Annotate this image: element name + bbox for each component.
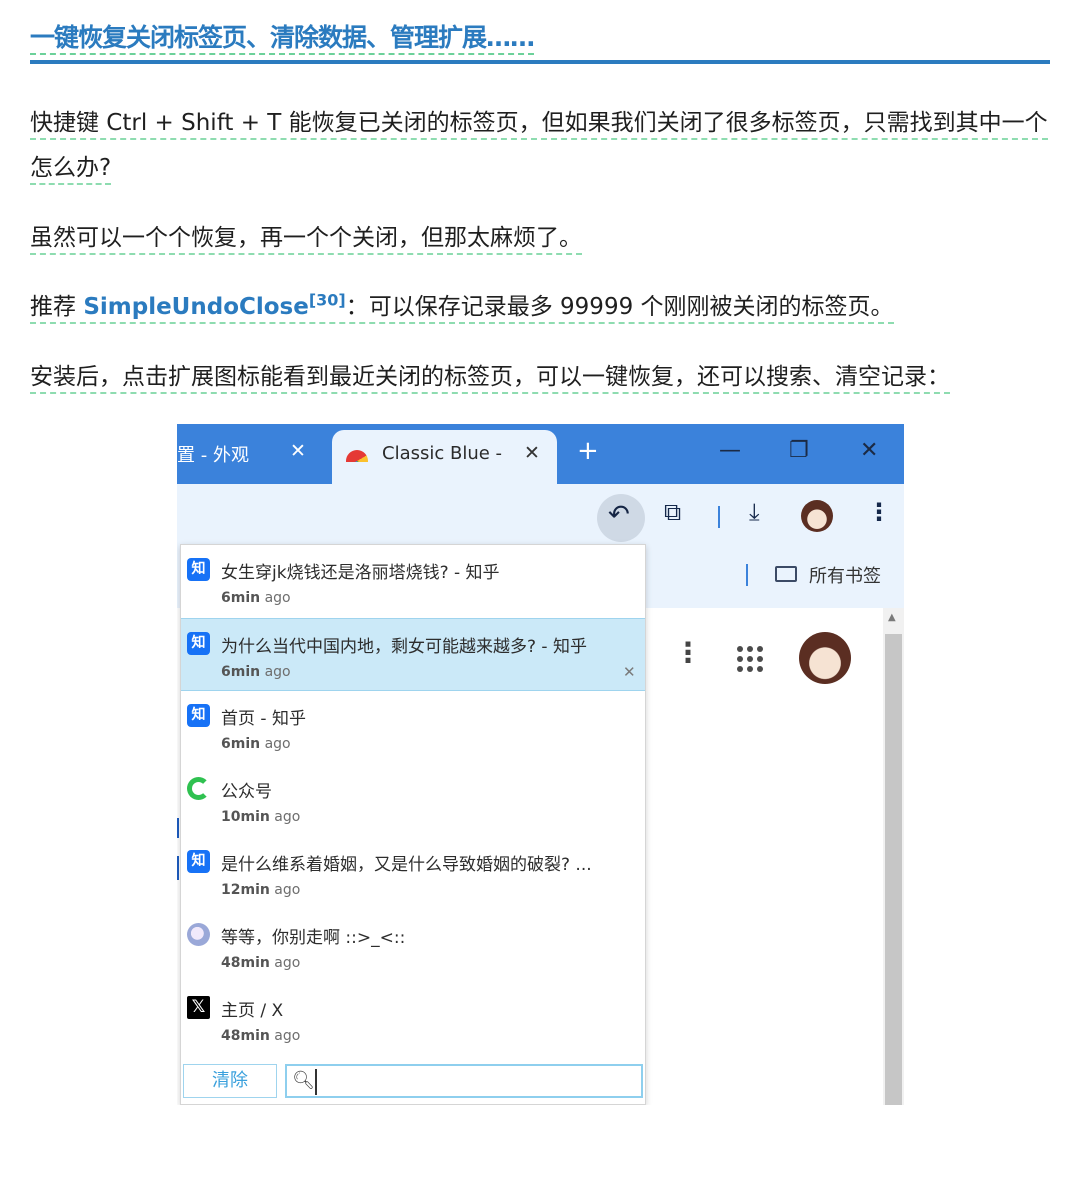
closed-tab-title: 主页 / X	[221, 1001, 284, 1021]
simpleundoclose-link[interactable]: SimpleUndoClose	[83, 294, 309, 320]
closed-tab-time: 48min ago	[221, 1028, 301, 1044]
profile-avatar[interactable]	[801, 500, 833, 532]
tab-classic-blue-title: Classic Blue -	[382, 443, 503, 464]
closed-tab-item-highlighted[interactable]: 知 为什么当代中国内地，剩女可能越来越多? - 知乎 6min ago ✕	[181, 618, 645, 691]
remove-item-close-icon[interactable]: ✕	[623, 663, 636, 681]
edge-marker	[177, 856, 179, 880]
recommend-suffix: ：可以保存记录最多 99999 个刚刚被关闭的标签页。	[345, 294, 894, 320]
new-tab-button[interactable]: +	[577, 436, 599, 466]
closed-tab-time: 48min ago	[221, 955, 301, 971]
paragraph-recommend: 推荐 SimpleUndoClose[30]：可以保存记录最多 99999 个刚…	[30, 285, 1050, 330]
undo-icon: ↶	[608, 500, 630, 530]
download-icon[interactable]: ⤓	[749, 498, 760, 526]
closed-tab-time: 6min ago	[221, 664, 291, 680]
search-icon: 🔍︎	[292, 1070, 315, 1091]
paragraph-install: 安装后，点击扩展图标能看到最近关闭的标签页，可以一键恢复，还可以搜索、清空记录：	[30, 355, 1050, 400]
paragraph-shortcut: 快捷键 Ctrl + Shift + T 能恢复已关闭的标签页，但如果我们关闭了…	[30, 101, 1050, 191]
closed-tab-item[interactable]: 知 是什么维系着婚姻，又是什么导致婚姻的破裂? ... 12min ago	[181, 837, 645, 910]
browser-titlebar: 置 - 外观 ✕ Classic Blue - ✕ + — ❐ ✕	[177, 424, 904, 488]
minimize-button[interactable]: —	[719, 438, 741, 463]
closed-tab-item[interactable]: 等等，你别走啊 ::>_<:: 48min ago	[181, 910, 645, 983]
wechat-icon	[187, 777, 210, 800]
all-bookmarks-button[interactable]: 所有书签	[809, 562, 881, 588]
tab-close-icon[interactable]: ✕	[290, 440, 306, 462]
paragraph-install-text: 安装后，点击扩展图标能看到最近关闭的标签页，可以一键恢复，还可以搜索、清空记录：	[30, 364, 950, 394]
closed-tab-item[interactable]: 𝕏 主页 / X 48min ago	[181, 983, 645, 1056]
rainbow-icon	[346, 450, 368, 462]
paragraph-restore: 虽然可以一个个恢复，再一个个关闭，但那太麻烦了。	[30, 216, 1050, 261]
zhihu-icon: 知	[187, 850, 210, 873]
page-avatar[interactable]	[799, 632, 851, 684]
scroll-up-arrow-icon[interactable]: ▲	[888, 612, 896, 623]
tab-settings-appearance[interactable]: 置 - 外观 ✕	[177, 438, 327, 470]
search-input[interactable]	[315, 1069, 635, 1095]
simpleundoclose-extension-button[interactable]: ↶	[597, 494, 645, 542]
closed-tab-time: 6min ago	[221, 590, 291, 606]
folder-icon	[775, 566, 797, 582]
apps-grid-icon[interactable]	[737, 646, 763, 672]
browser-screenshot: 置 - 外观 ✕ Classic Blue - ✕ + — ❐ ✕ ↶ ⧉ ⤓ …	[177, 424, 904, 1105]
close-window-button[interactable]: ✕	[860, 438, 878, 463]
closed-tab-item[interactable]: 知 首页 - 知乎 6min ago	[181, 691, 645, 764]
zhihu-icon: 知	[187, 632, 210, 655]
closed-tab-title: 首页 - 知乎	[221, 709, 306, 729]
closed-tab-title: 等等，你别走啊 ::>_<::	[221, 928, 406, 948]
closed-tabs-popup: 知 女生穿jk烧钱还是洛丽塔烧钱? - 知乎 6min ago 知 为什么当代中…	[180, 544, 646, 1105]
bookmarks-divider	[746, 564, 748, 586]
tab-close-icon[interactable]: ✕	[524, 442, 540, 464]
restore-button[interactable]: ❐	[789, 438, 809, 463]
closed-tab-title: 为什么当代中国内地，剩女可能越来越多? - 知乎	[221, 637, 587, 657]
edge-marker	[177, 818, 179, 838]
zhihu-icon: 知	[187, 558, 210, 581]
paragraph-restore-text: 虽然可以一个个恢复，再一个个关闭，但那太麻烦了。	[30, 225, 582, 255]
tab-classic-blue[interactable]: Classic Blue - ✕	[332, 430, 557, 488]
closed-tab-time: 10min ago	[221, 809, 301, 825]
tab-settings-title: 置 - 外观	[177, 445, 249, 466]
zhihu-icon: 知	[187, 704, 210, 727]
clear-history-button[interactable]: 清除	[183, 1064, 277, 1098]
closed-tab-item[interactable]: 知 女生穿jk烧钱还是洛丽塔烧钱? - 知乎 6min ago	[181, 545, 645, 618]
paragraph-recommend-text: 推荐 SimpleUndoClose[30]：可以保存记录最多 99999 个刚…	[30, 292, 894, 324]
x-icon: 𝕏	[187, 996, 210, 1019]
closed-tab-time: 6min ago	[221, 736, 291, 752]
section-heading-text: 一键恢复关闭标签页、清除数据、管理扩展……	[30, 23, 535, 55]
menu-kebab-icon[interactable]: ⋮	[867, 498, 891, 526]
browser-toolbar: ↶ ⧉ ⤓ ⋮	[177, 484, 904, 548]
extensions-puzzle-icon[interactable]: ⧉	[664, 498, 681, 526]
closed-tab-title: 是什么维系着婚姻，又是什么导致婚姻的破裂? ...	[221, 855, 592, 875]
closed-tab-time: 12min ago	[221, 882, 301, 898]
closed-tab-title: 公众号	[221, 782, 272, 802]
anime-avatar-icon	[187, 923, 210, 946]
search-box[interactable]: 🔍︎	[285, 1064, 643, 1098]
paragraph-shortcut-text: 快捷键 Ctrl + Shift + T 能恢复已关闭的标签页，但如果我们关闭了…	[30, 110, 1048, 185]
section-heading: 一键恢复关闭标签页、清除数据、管理扩展……	[30, 20, 1050, 64]
closed-tab-title: 女生穿jk烧钱还是洛丽塔烧钱? - 知乎	[221, 563, 500, 583]
page-more-icon[interactable]: ⋮	[674, 639, 702, 667]
reference-marker[interactable]: [30]	[309, 290, 346, 309]
recommend-prefix: 推荐	[30, 294, 84, 320]
scrollbar-thumb[interactable]	[885, 634, 902, 1105]
toolbar-divider	[718, 506, 720, 528]
closed-tab-item[interactable]: 公众号 10min ago	[181, 764, 645, 837]
